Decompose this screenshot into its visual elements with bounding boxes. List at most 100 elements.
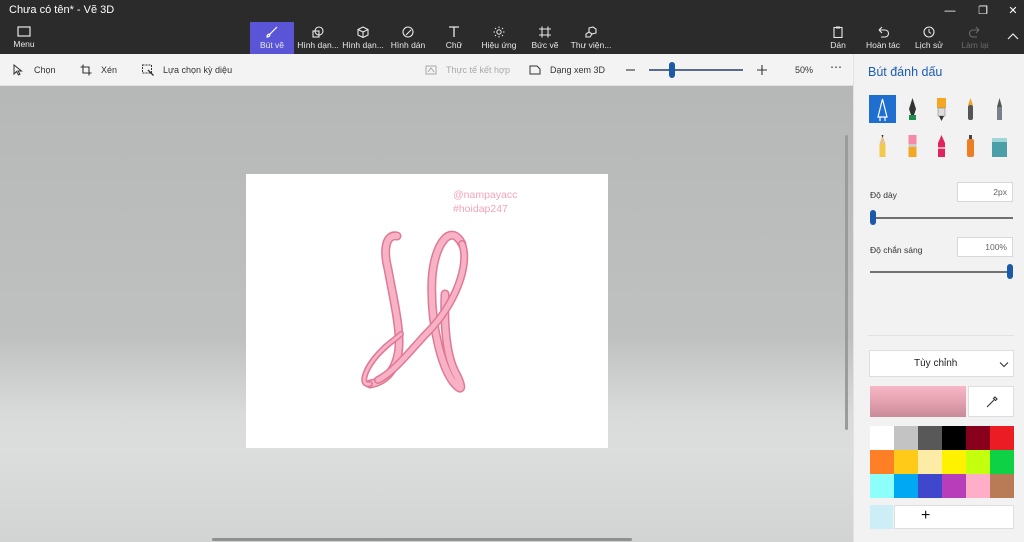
plus-icon <box>757 65 767 75</box>
eyedropper-icon <box>986 396 998 408</box>
library-icon <box>585 26 597 38</box>
oil-brush[interactable] <box>928 95 955 123</box>
calligraphy-letter-h <box>361 230 469 393</box>
color-swatch[interactable] <box>870 450 894 474</box>
color-swatch[interactable] <box>990 426 1014 450</box>
mixed-reality-label: Thực tế kết hợp <box>446 65 510 75</box>
zoom-out-button[interactable] <box>625 63 637 77</box>
tool-3d-shapes[interactable]: Hình dạn... <box>341 22 385 54</box>
tool-2d-shapes[interactable]: Hình dạn... <box>296 22 340 54</box>
tool-label: Hiệu ứng <box>481 40 517 50</box>
marker-brush[interactable] <box>869 95 896 123</box>
select-button[interactable]: Chọn <box>13 63 58 77</box>
pencil-brush[interactable] <box>869 132 896 160</box>
tool-3d-library[interactable]: Thư viện... <box>569 22 613 54</box>
color-swatch[interactable] <box>870 426 894 450</box>
chevron-down-icon <box>999 362 1009 368</box>
thickness-slider-track[interactable] <box>870 217 1013 219</box>
spray-can-brush[interactable] <box>957 132 984 160</box>
zoom-slider-track[interactable] <box>649 69 743 71</box>
tool-label: Chữ <box>445 40 463 50</box>
color-swatch[interactable] <box>918 426 942 450</box>
stickers-icon <box>402 26 414 38</box>
thickness-label: Độ dày <box>870 190 897 200</box>
opacity-label: Độ chắn sáng <box>870 245 923 255</box>
watercolor-icon <box>968 98 973 120</box>
maximize-button[interactable]: ❐ <box>968 0 998 22</box>
thickness-slider-thumb[interactable] <box>870 210 876 225</box>
collapse-ribbon-button[interactable] <box>1004 22 1022 54</box>
fill-bucket-brush[interactable] <box>986 132 1013 160</box>
history-icon <box>923 26 935 38</box>
calligraphy-pen-brush[interactable] <box>899 95 926 123</box>
eraser-brush[interactable] <box>899 132 926 160</box>
tool-effects[interactable]: Hiệu ứng <box>479 22 519 54</box>
color-swatch[interactable] <box>918 450 942 474</box>
eyedropper-button[interactable] <box>968 386 1014 417</box>
color-swatch[interactable] <box>870 474 894 498</box>
zoom-in-button[interactable] <box>756 63 768 77</box>
vertical-scrollbar[interactable] <box>845 135 848 430</box>
magic-select-icon <box>142 64 154 76</box>
horizontal-scrollbar[interactable] <box>212 538 632 541</box>
color-swatch[interactable] <box>966 426 990 450</box>
color-swatch[interactable] <box>966 474 990 498</box>
view-3d-button[interactable]: Dạng xem 3D <box>529 63 609 77</box>
mixed-reality-button[interactable]: Thực tế kết hợp <box>425 63 510 77</box>
custom-color-swatch[interactable] <box>870 505 893 529</box>
canvas-icon <box>539 26 551 38</box>
minimize-button[interactable]: — <box>935 0 965 22</box>
magic-select-button[interactable]: Lựa chọn kỳ diệu <box>142 63 262 77</box>
crop-button[interactable]: Xén <box>80 63 120 77</box>
calligraphy-pen-icon <box>909 98 916 120</box>
crayon-brush[interactable] <box>928 132 955 160</box>
tool-label: Hình dán <box>390 40 426 50</box>
oil-brush-icon <box>937 98 946 121</box>
color-swatch[interactable] <box>942 426 966 450</box>
color-swatch[interactable] <box>990 474 1014 498</box>
opacity-slider-thumb[interactable] <box>1007 264 1013 279</box>
thickness-input[interactable]: 2px <box>957 182 1013 202</box>
redo-button[interactable]: Làm lại <box>958 22 992 54</box>
chevron-up-icon <box>1007 33 1019 40</box>
tool-stickers[interactable]: Hình dán <box>387 22 429 54</box>
history-button[interactable]: Lịch sử <box>913 22 945 54</box>
select-label: Chọn <box>34 65 56 75</box>
color-swatch[interactable] <box>894 450 918 474</box>
zoom-level: 50% <box>795 63 817 77</box>
mixed-reality-icon <box>425 65 437 75</box>
drawing-canvas[interactable]: @nampayacc #hoidap247 <box>246 174 608 448</box>
tool-text[interactable]: Chữ <box>434 22 474 54</box>
more-options-button[interactable]: ⋯ <box>830 60 844 74</box>
add-color-button[interactable]: + <box>894 505 1014 529</box>
tool-canvas[interactable]: Bức vẽ <box>527 22 563 54</box>
paste-button[interactable]: Dán <box>826 22 850 54</box>
pixel-pen-icon <box>997 98 1002 120</box>
tool-label: Bút vẽ <box>259 40 285 50</box>
color-swatch[interactable] <box>918 474 942 498</box>
color-swatch[interactable] <box>966 450 990 474</box>
color-swatch[interactable] <box>894 426 918 450</box>
view-3d-icon <box>529 65 541 75</box>
opacity-input[interactable]: 100% <box>957 237 1013 257</box>
zoom-slider-thumb[interactable] <box>669 62 676 78</box>
undo-button[interactable]: Hoàn tác <box>865 22 901 54</box>
text-icon <box>449 26 459 37</box>
menu-label: Menu <box>13 39 35 49</box>
color-swatch[interactable] <box>894 474 918 498</box>
crop-label: Xén <box>101 65 118 75</box>
close-button[interactable]: ✕ <box>998 0 1024 22</box>
tool-label: Bức vẽ <box>531 40 559 50</box>
ribbon: Menu Bút vẽ Hình dạn... Hình dạn... Hình… <box>0 22 1024 54</box>
color-swatch[interactable] <box>942 474 966 498</box>
color-swatch[interactable] <box>942 450 966 474</box>
magic-select-label: Lựa chọn kỳ diệu <box>163 65 233 75</box>
fill-bucket-icon <box>992 138 1007 157</box>
pixel-pen-brush[interactable] <box>986 95 1013 123</box>
menu-button[interactable]: Menu <box>6 22 42 54</box>
color-mode-dropdown[interactable]: Tùy chỉnh <box>869 350 1014 377</box>
watercolor-brush[interactable] <box>957 95 984 123</box>
color-swatch[interactable] <box>990 450 1014 474</box>
opacity-slider-track[interactable] <box>870 271 1013 273</box>
tool-brushes[interactable]: Bút vẽ <box>250 22 294 54</box>
